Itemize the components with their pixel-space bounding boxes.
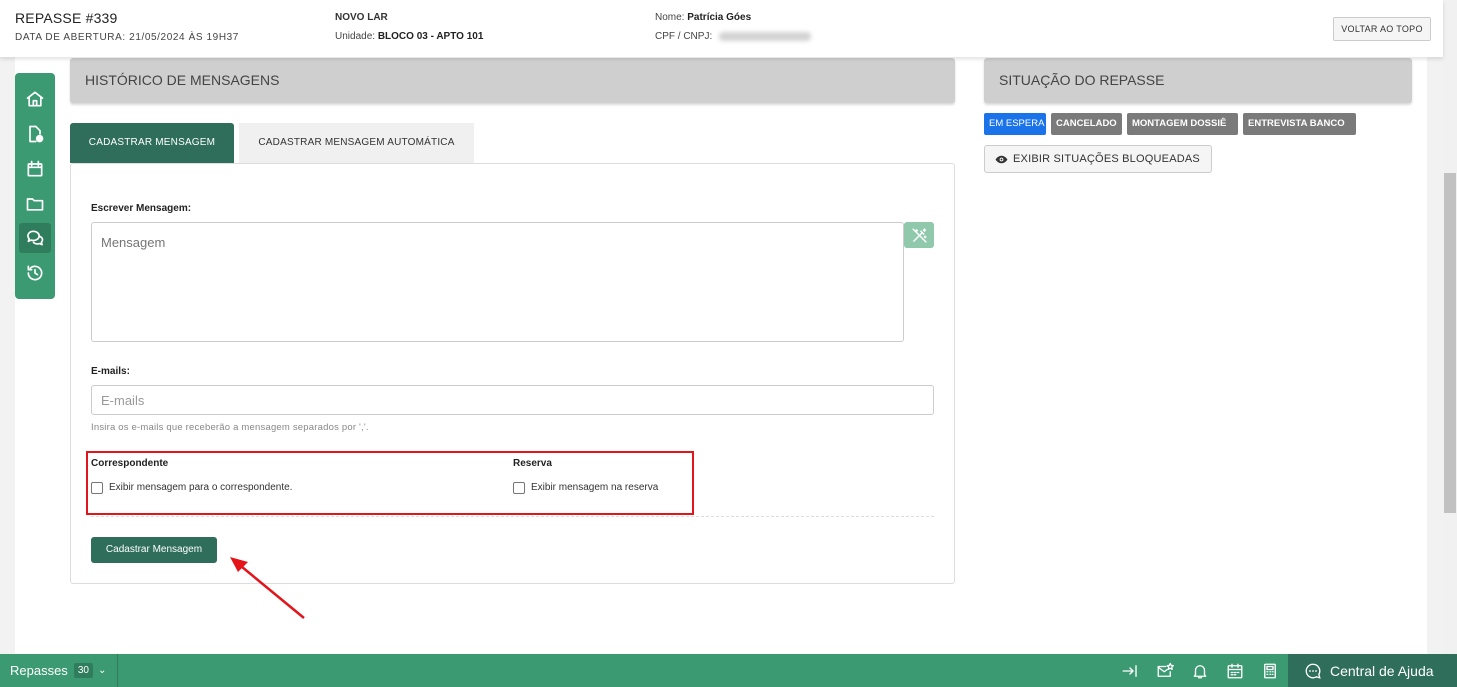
ai-suggest-button[interactable] <box>904 222 934 248</box>
help-center-button[interactable]: Central de Ajuda <box>1288 654 1457 687</box>
emails-hint: Insira os e-mails que receberão a mensag… <box>91 422 369 433</box>
emails-input[interactable] <box>91 385 934 415</box>
status-badge-waiting[interactable]: EM ESPERA <box>984 113 1046 135</box>
collapse-button[interactable] <box>1120 661 1140 681</box>
status-panel-title: SITUAÇÃO DO REPASSE <box>984 58 1412 103</box>
document-badge-icon <box>29 125 44 143</box>
nav-calendar[interactable] <box>19 154 51 184</box>
side-nav <box>15 73 55 299</box>
mail-star-icon <box>1157 662 1174 677</box>
name-label: Nome: <box>655 12 685 23</box>
calendar-grid-icon <box>1227 663 1243 679</box>
name-value: Patrícia Góes <box>687 12 752 23</box>
arrow-to-right-icon <box>1122 665 1137 677</box>
notifications-button[interactable] <box>1190 661 1210 681</box>
opening-date: DATA DE ABERTURA: 21/05/2024 ÀS 19H37 <box>15 32 239 43</box>
tab-register-message[interactable]: CADASTRAR MENSAGEM <box>70 123 234 163</box>
repasses-count: 30 <box>73 663 93 678</box>
cpf-label: CPF / CNPJ: <box>655 31 713 42</box>
page-title: REPASSE #339 <box>15 10 118 26</box>
nav-home[interactable] <box>19 84 51 114</box>
enterprise-name: NOVO LAR <box>335 12 388 23</box>
unit-info: Unidade: BLOCO 03 - APTO 101 <box>335 31 483 42</box>
tab-register-automatic-message[interactable]: CADASTRAR MENSAGEM AUTOMÁTICA <box>239 123 474 163</box>
mail-button[interactable] <box>1155 661 1175 681</box>
calendar-icon <box>27 160 43 177</box>
header-bar: REPASSE #339 DATA DE ABERTURA: 21/05/202… <box>0 0 1443 57</box>
divider <box>91 516 934 517</box>
write-message-label: Escrever Mensagem: <box>91 203 192 214</box>
eye-icon <box>995 155 1008 163</box>
status-badge-canceled[interactable]: CANCELADO <box>1051 113 1122 135</box>
chevron-down-icon: ⌄ <box>97 665 107 676</box>
messages-panel-title: HISTÓRICO DE MENSAGENS <box>70 58 955 103</box>
home-icon <box>26 91 44 107</box>
show-blocked-label: EXIBIR SITUAÇÕES BLOQUEADAS <box>1013 153 1200 165</box>
history-icon <box>27 265 43 281</box>
help-center-label: Central de Ajuda <box>1330 662 1434 679</box>
status-badge-bank-interview[interactable]: ENTREVISTA BANCO <box>1243 113 1356 135</box>
status-badge-dossier[interactable]: MONTAGEM DOSSIÊ <box>1127 113 1238 135</box>
calculator-button[interactable] <box>1260 661 1280 681</box>
back-to-top-button[interactable]: VOLTAR AO TOPO <box>1333 17 1431 41</box>
calendar-button[interactable] <box>1225 661 1245 681</box>
chat-icon <box>27 230 44 246</box>
client-name: Nome: Patrícia Góes <box>655 12 751 23</box>
nav-folder[interactable] <box>19 189 51 219</box>
folder-icon <box>26 198 44 211</box>
annotation-arrow <box>230 557 305 619</box>
bottom-bar: Repasses 30 ⌄ Central de Ajuda <box>0 654 1457 687</box>
unit-value: BLOCO 03 - APTO 101 <box>377 31 484 42</box>
repasses-selector[interactable]: Repasses 30 ⌄ <box>0 654 118 687</box>
repasses-label: Repasses <box>10 663 68 678</box>
nav-document[interactable] <box>19 119 51 149</box>
nav-messages[interactable] <box>19 223 51 253</box>
highlight-box <box>86 451 694 515</box>
cpf-value-blurred <box>719 31 812 41</box>
calculator-icon <box>1264 663 1276 679</box>
client-cpf: CPF / CNPJ: <box>655 31 812 42</box>
show-blocked-button[interactable]: EXIBIR SITUAÇÕES BLOQUEADAS <box>984 145 1212 173</box>
magic-wand-icon <box>911 227 927 243</box>
nav-history[interactable] <box>19 258 51 288</box>
unit-label: Unidade: <box>335 31 376 42</box>
help-chat-icon <box>1305 663 1321 679</box>
submit-message-button[interactable]: Cadastrar Mensagem <box>91 537 217 563</box>
bell-icon <box>1193 665 1207 679</box>
message-textarea[interactable] <box>91 222 904 342</box>
emails-label: E-mails: <box>91 366 130 377</box>
scrollbar-thumb[interactable] <box>1444 173 1456 513</box>
